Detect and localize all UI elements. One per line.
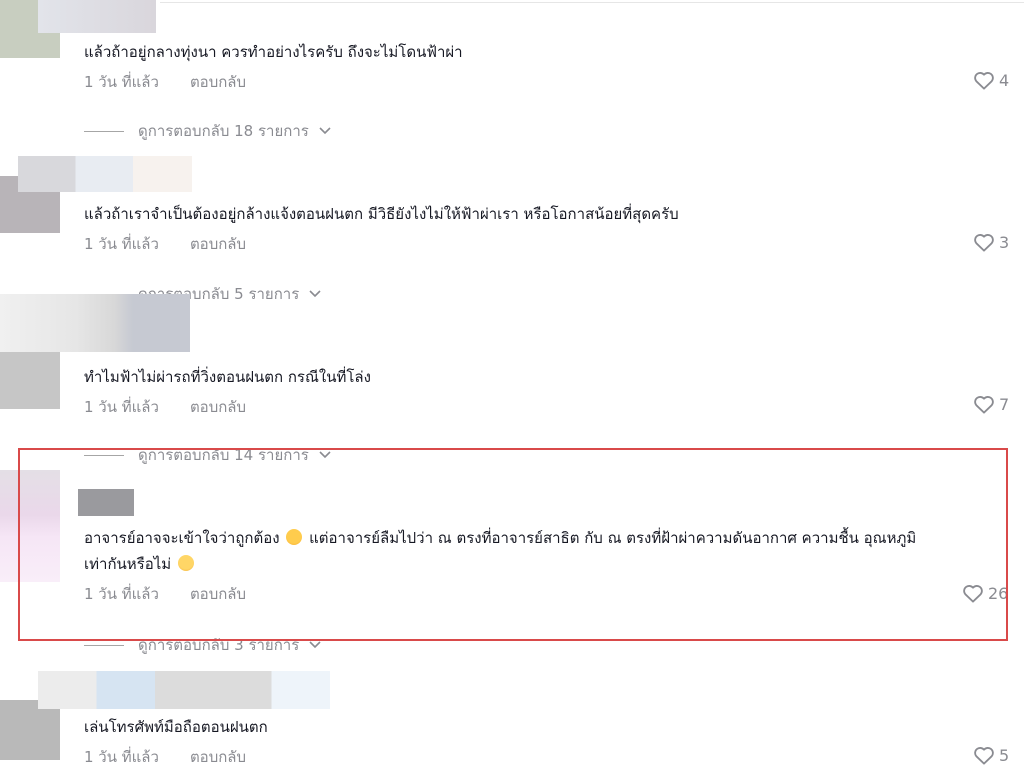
comment-text: เล่นโทรศัพท์มือถือตอนฝนตก bbox=[84, 718, 268, 736]
reply-button[interactable]: ตอบกลับ bbox=[190, 582, 246, 606]
avatar[interactable] bbox=[0, 345, 60, 409]
chevron-down-icon bbox=[319, 127, 331, 135]
comment-time: 1 วัน ที่แล้ว bbox=[84, 73, 159, 91]
comment-time: 1 วัน ที่แล้ว bbox=[84, 585, 159, 603]
comment-text: แล้วถ้าอยู่กลางทุ่งนา ควรทำอย่างไรครับ ถ… bbox=[84, 43, 463, 61]
view-replies-label: ดูการตอบกลับ 14 รายการ bbox=[138, 446, 309, 464]
view-replies-label: ดูการตอบกลับ 18 รายการ bbox=[138, 122, 309, 140]
comment-time: 1 วัน ที่แล้ว bbox=[84, 748, 159, 766]
chevron-down-icon bbox=[309, 641, 321, 649]
comment-text-part2: แต่อาจารย์ลืมไปว่า ณ ตรงที่อาจารย์สาธิต … bbox=[309, 529, 917, 547]
like-button[interactable]: 4 bbox=[973, 70, 1009, 90]
heart-outline-icon bbox=[974, 747, 994, 765]
blurred-username bbox=[78, 489, 134, 516]
comment-text: ทำไมฟ้าไม่ผ่ารถที่วิ่งตอนฝนตก กรณีในที่โ… bbox=[84, 368, 371, 386]
top-divider bbox=[160, 2, 1024, 3]
heart-outline-icon bbox=[963, 585, 983, 603]
heart-outline-icon bbox=[974, 396, 994, 414]
comment-text-part1: อาจารย์อาจจะเข้าใจว่าถูกต้อง bbox=[84, 529, 280, 547]
comment-meta: 1 วัน ที่แล้ว ตอบกลับ bbox=[84, 395, 246, 419]
like-button[interactable]: 3 bbox=[973, 232, 1009, 252]
like-count: 7 bbox=[999, 394, 1010, 414]
comment-text: แล้วถ้าเราจำเป็นต้องอยู่กล้างแจ้งตอนฝนตก… bbox=[84, 205, 679, 223]
like-count: 26 bbox=[988, 583, 1009, 603]
divider-line bbox=[84, 644, 124, 646]
heart-outline-icon bbox=[974, 234, 994, 252]
chevron-down-icon bbox=[319, 451, 331, 459]
chevron-down-icon bbox=[309, 290, 321, 298]
comment-text-part3: เท่ากันหรือไม่ bbox=[84, 555, 172, 573]
comment-time: 1 วัน ที่แล้ว bbox=[84, 398, 159, 416]
like-count: 4 bbox=[999, 70, 1010, 90]
view-replies-button[interactable]: ดูการตอบกลับ 3 รายการ bbox=[84, 633, 321, 657]
blurred-username bbox=[38, 0, 156, 33]
comment-meta: 1 วัน ที่แล้ว ตอบกลับ bbox=[84, 70, 246, 94]
comment-meta: 1 วัน ที่แล้ว ตอบกลับ bbox=[84, 232, 246, 256]
like-count: 3 bbox=[999, 232, 1010, 252]
view-replies-button[interactable]: ดูการตอบกลับ 14 รายการ bbox=[84, 443, 331, 467]
like-button[interactable]: 7 bbox=[973, 394, 1009, 414]
heart-outline-icon bbox=[974, 72, 994, 90]
comment-item: แล้วถ้าอยู่กลางทุ่งนา ควรทำอย่างไรครับ ถ… bbox=[84, 39, 1024, 91]
divider-line bbox=[84, 454, 124, 456]
like-count: 5 bbox=[999, 745, 1010, 765]
avatar[interactable] bbox=[0, 470, 60, 582]
comment-text: อาจารย์อาจจะเข้าใจว่าถูกต้อง แต่อาจารย์ล… bbox=[84, 525, 1014, 577]
blurred-username bbox=[38, 671, 330, 709]
comment-meta: 1 วัน ที่แล้ว ตอบกลับ bbox=[84, 582, 246, 606]
disappointed-face-emoji bbox=[286, 529, 303, 545]
blurred-username bbox=[0, 294, 190, 352]
view-replies-label: ดูการตอบกลับ 3 รายการ bbox=[138, 636, 300, 654]
blurred-username bbox=[18, 156, 192, 192]
divider-line bbox=[84, 130, 124, 132]
like-button[interactable]: 5 bbox=[973, 745, 1009, 765]
comment-item: เล่นโทรศัพท์มือถือตอนฝนตก 1 วัน ที่แล้ว … bbox=[84, 714, 1024, 766]
comment-item: ทำไมฟ้าไม่ผ่ารถที่วิ่งตอนฝนตก กรณีในที่โ… bbox=[84, 364, 1024, 416]
reply-button[interactable]: ตอบกลับ bbox=[190, 395, 246, 419]
reply-button[interactable]: ตอบกลับ bbox=[190, 70, 246, 94]
view-replies-button[interactable]: ดูการตอบกลับ 18 รายการ bbox=[84, 119, 331, 143]
reply-button[interactable]: ตอบกลับ bbox=[190, 745, 246, 769]
reply-button[interactable]: ตอบกลับ bbox=[190, 232, 246, 256]
comment-time: 1 วัน ที่แล้ว bbox=[84, 235, 159, 253]
comment-item: อาจารย์อาจจะเข้าใจว่าถูกต้อง แต่อาจารย์ล… bbox=[84, 525, 1024, 603]
comment-meta: 1 วัน ที่แล้ว ตอบกลับ bbox=[84, 745, 246, 769]
avatar[interactable] bbox=[0, 700, 60, 760]
like-button[interactable]: 26 bbox=[962, 583, 1008, 603]
thinking-face-emoji bbox=[177, 555, 194, 571]
comment-item: แล้วถ้าเราจำเป็นต้องอยู่กล้างแจ้งตอนฝนตก… bbox=[84, 201, 1024, 253]
